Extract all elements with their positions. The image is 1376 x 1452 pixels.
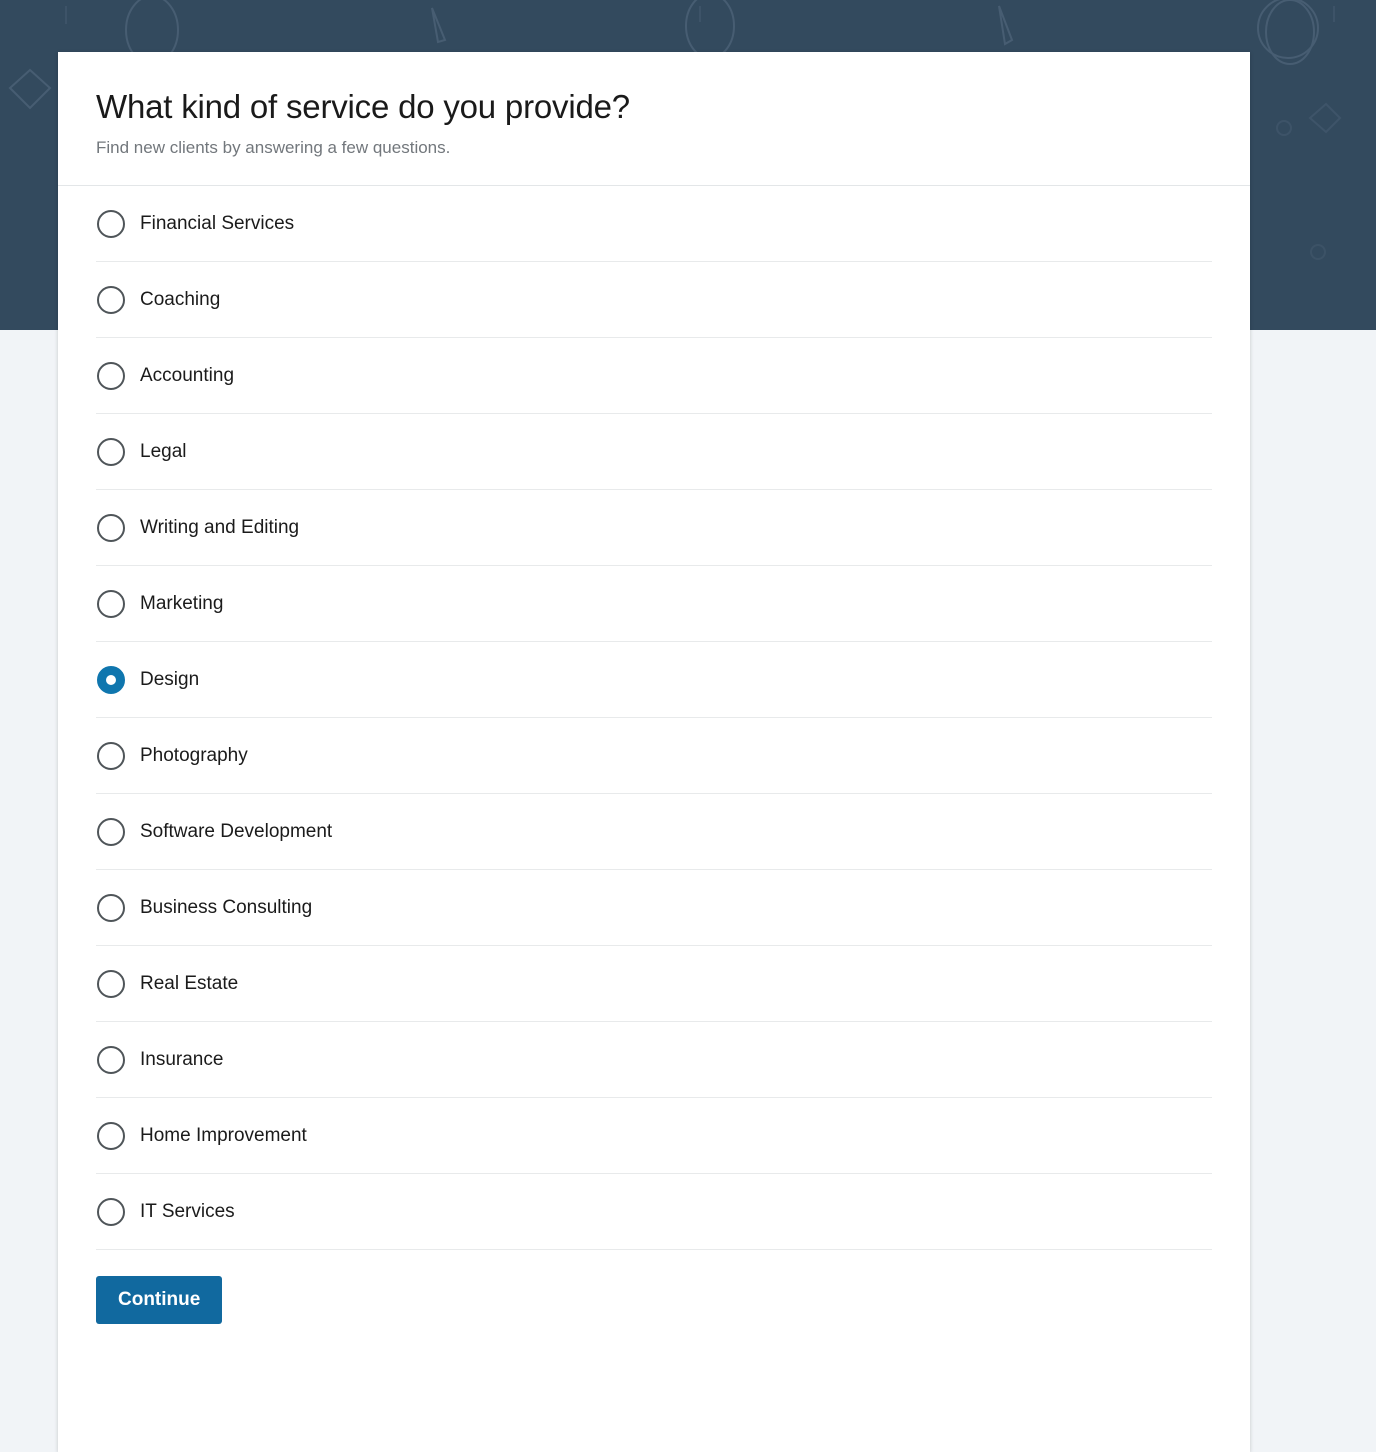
radio-ring bbox=[97, 209, 125, 238]
radio-ring bbox=[97, 437, 125, 466]
service-option-it-services[interactable]: IT Services bbox=[96, 1174, 1212, 1251]
service-option-software-development[interactable]: Software Development bbox=[96, 794, 1212, 871]
service-option-label: Insurance bbox=[140, 1049, 224, 1071]
radio-ring bbox=[97, 1121, 125, 1150]
service-option-design[interactable]: Design bbox=[96, 642, 1212, 719]
service-option-financial-services[interactable]: Financial Services bbox=[96, 186, 1212, 263]
card-footer: Continue bbox=[58, 1250, 1250, 1364]
radio-ring bbox=[97, 969, 125, 998]
radio-ring bbox=[97, 893, 125, 922]
radio-unselected-icon[interactable] bbox=[96, 969, 126, 999]
radio-unselected-icon[interactable] bbox=[96, 817, 126, 847]
service-option-real-estate[interactable]: Real Estate bbox=[96, 946, 1212, 1023]
service-option-business-consulting[interactable]: Business Consulting bbox=[96, 870, 1212, 947]
service-option-photography[interactable]: Photography bbox=[96, 718, 1212, 795]
radio-unselected-icon[interactable] bbox=[96, 209, 126, 239]
radio-ring bbox=[97, 741, 125, 770]
radio-selected-icon[interactable] bbox=[96, 665, 126, 695]
service-options-radio-group: Financial Services Coaching Accounting Lega… bbox=[58, 186, 1250, 1251]
radio-ring bbox=[97, 285, 125, 314]
radio-unselected-icon[interactable] bbox=[96, 513, 126, 543]
radio-unselected-icon[interactable] bbox=[96, 361, 126, 391]
radio-unselected-icon[interactable] bbox=[96, 893, 126, 923]
service-option-label: Business Consulting bbox=[140, 897, 313, 919]
service-option-home-improvement[interactable]: Home Improvement bbox=[96, 1098, 1212, 1175]
service-option-label: Writing and Editing bbox=[140, 517, 300, 539]
page-subtitle: Find new clients by answering a few ques… bbox=[96, 137, 451, 157]
service-option-label: Legal bbox=[140, 441, 187, 463]
service-option-label: Photography bbox=[140, 745, 248, 767]
radio-ring bbox=[97, 817, 125, 846]
card-header: What kind of service do you provide? Fin… bbox=[58, 52, 1250, 187]
radio-ring bbox=[97, 1045, 125, 1074]
service-option-legal[interactable]: Legal bbox=[96, 414, 1212, 491]
radio-ring bbox=[97, 665, 125, 694]
radio-unselected-icon[interactable] bbox=[96, 589, 126, 619]
service-selection-card: What kind of service do you provide? Fin… bbox=[58, 52, 1250, 1452]
service-option-insurance[interactable]: Insurance bbox=[96, 1022, 1212, 1099]
radio-unselected-icon[interactable] bbox=[96, 741, 126, 771]
continue-button[interactable]: Continue bbox=[96, 1276, 223, 1325]
radio-unselected-icon[interactable] bbox=[96, 1121, 126, 1151]
radio-unselected-icon[interactable] bbox=[96, 285, 126, 315]
service-option-marketing[interactable]: Marketing bbox=[96, 566, 1212, 643]
service-option-label: Design bbox=[140, 669, 200, 691]
service-option-label: Marketing bbox=[140, 593, 224, 615]
service-option-label: Software Development bbox=[140, 821, 333, 843]
radio-unselected-icon[interactable] bbox=[96, 437, 126, 467]
service-option-coaching[interactable]: Coaching bbox=[96, 262, 1212, 339]
radio-ring bbox=[97, 1197, 125, 1226]
radio-unselected-icon[interactable] bbox=[96, 1197, 126, 1227]
service-option-label: Coaching bbox=[140, 289, 221, 311]
service-option-accounting[interactable]: Accounting bbox=[96, 338, 1212, 415]
service-option-label: Accounting bbox=[140, 365, 235, 387]
page-title: What kind of service do you provide? bbox=[96, 88, 630, 125]
service-option-label: Financial Services bbox=[140, 213, 295, 235]
radio-ring bbox=[97, 589, 125, 618]
service-option-writing-and-editing[interactable]: Writing and Editing bbox=[96, 490, 1212, 567]
radio-unselected-icon[interactable] bbox=[96, 1045, 126, 1075]
service-option-label: IT Services bbox=[140, 1201, 235, 1223]
service-option-label: Home Improvement bbox=[140, 1125, 307, 1147]
radio-ring bbox=[97, 361, 125, 390]
radio-ring bbox=[97, 513, 125, 542]
service-option-label: Real Estate bbox=[140, 973, 239, 995]
